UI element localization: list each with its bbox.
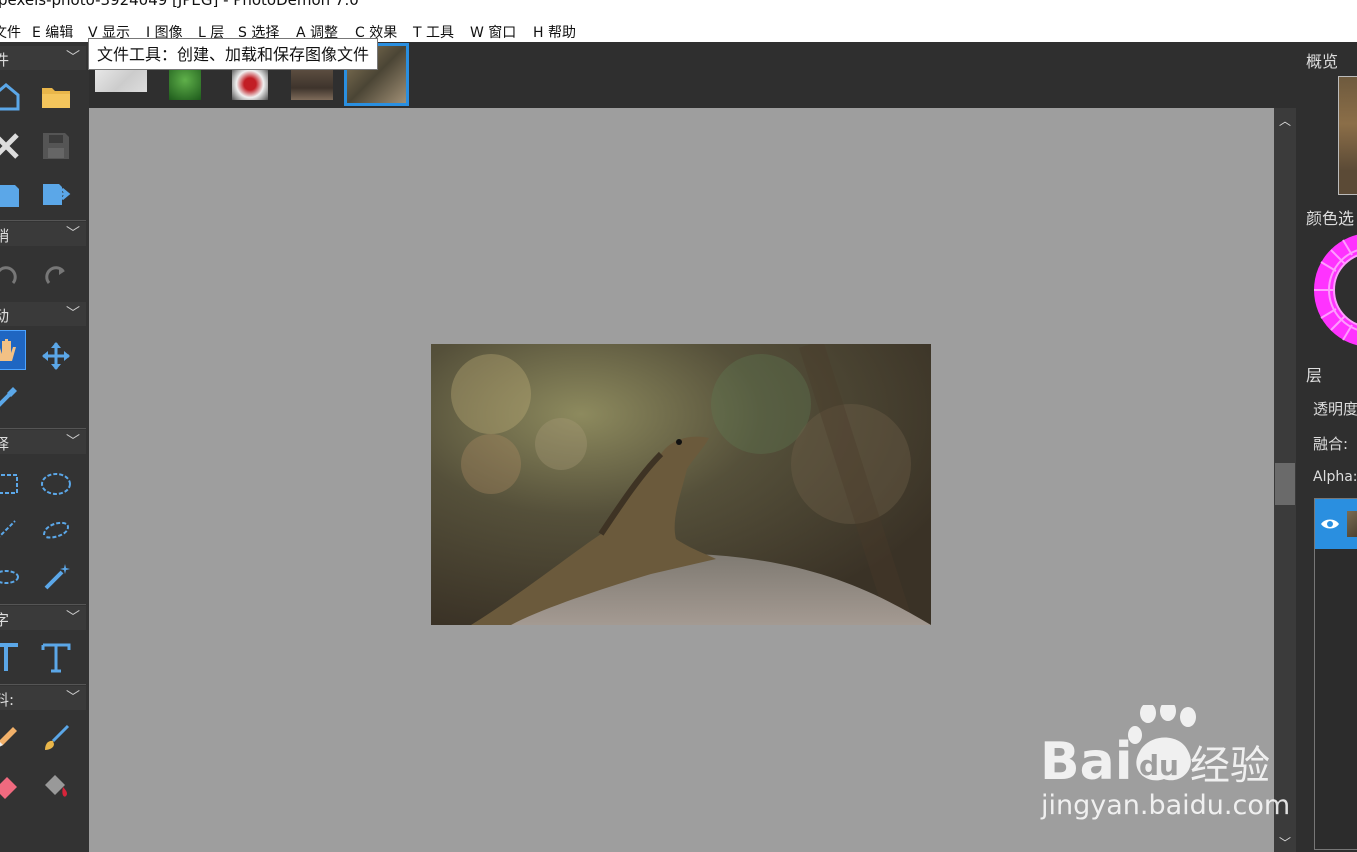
watermark-url: jingyan.baidu.com	[1041, 790, 1291, 821]
line-select-icon	[0, 520, 16, 538]
new-image-button[interactable]	[0, 76, 26, 116]
color-wheel[interactable]	[1313, 232, 1357, 352]
right-panel: 概览 颜色选 层 透明度 融合: Alpha:	[1296, 42, 1357, 852]
lasso-icon	[43, 521, 70, 539]
divider	[0, 428, 86, 429]
chevron-down-icon[interactable]: ﹀	[66, 687, 80, 707]
basic-text-button[interactable]	[0, 638, 26, 678]
chevron-down-icon[interactable]: ﹀	[66, 47, 80, 67]
menu-tools[interactable]: T 工具	[413, 22, 454, 42]
open-button[interactable]	[36, 76, 76, 116]
overview-label: 概览	[1306, 52, 1339, 71]
menu-help[interactable]: H 帮助	[533, 22, 576, 42]
pencil-button[interactable]	[0, 718, 26, 758]
close-image-button[interactable]	[0, 126, 26, 166]
move-tool-button[interactable]	[36, 336, 76, 376]
chevron-down-icon[interactable]: ﹀	[66, 223, 80, 243]
section-select[interactable]: 择 ﹀	[0, 430, 86, 454]
section-undo-label: 销	[0, 227, 10, 245]
section-text[interactable]: 字 ﹀	[0, 606, 86, 630]
redo-icon	[45, 266, 65, 284]
export-button[interactable]	[36, 174, 76, 214]
alpha-label: Alpha:	[1313, 469, 1357, 485]
section-file[interactable]: 件 ﹀	[0, 46, 86, 70]
blend-mode-label: 融合:	[1313, 435, 1349, 453]
chevron-down-icon[interactable]: ﹀	[66, 607, 80, 627]
close-icon	[0, 133, 19, 159]
fill-bucket-button[interactable]	[36, 766, 76, 806]
undo-icon	[0, 266, 17, 284]
svg-text:du: du	[1139, 749, 1179, 782]
divider	[0, 220, 86, 221]
menu-file[interactable]: 文件	[0, 22, 21, 42]
section-select-label: 择	[0, 435, 10, 453]
typography-button[interactable]	[36, 638, 76, 678]
rect-select-button[interactable]	[0, 464, 26, 504]
overview-thumbnail	[1339, 77, 1357, 194]
chevron-down-icon[interactable]: ﹀	[66, 303, 80, 323]
title-bar: pexels-photo-3924049 [JPEG] - PhotoDemon…	[0, 0, 1357, 20]
export-icon	[43, 184, 71, 205]
section-move[interactable]: 动 ﹀	[0, 302, 86, 326]
new-file-icon	[0, 83, 20, 111]
scroll-up-icon[interactable]: ︿	[1279, 112, 1291, 129]
layer-list	[1314, 498, 1357, 850]
menu-window[interactable]: W 窗口	[470, 22, 516, 42]
svg-text:经验: 经验	[1190, 743, 1270, 789]
eraser-button[interactable]	[0, 766, 26, 806]
hand-icon	[0, 339, 16, 361]
divider	[0, 604, 86, 605]
window-title: pexels-photo-3924049 [JPEG] - PhotoDemon…	[0, 0, 359, 9]
text-icon	[0, 643, 18, 671]
overview-navigator[interactable]	[1338, 76, 1357, 195]
move-icon	[42, 342, 70, 370]
save-icon	[43, 133, 69, 159]
scroll-down-icon[interactable]: ﹀	[1279, 834, 1291, 851]
folder-icon	[42, 88, 70, 108]
section-paint-label: 料:	[0, 691, 15, 709]
section-paint[interactable]: 料: ﹀	[0, 686, 86, 710]
lizard-photo	[431, 344, 931, 625]
scrollbar-thumb[interactable]	[1275, 463, 1295, 505]
eye-icon[interactable]	[1320, 517, 1340, 531]
color-selector-label: 颜色选	[1306, 209, 1355, 228]
save-copy-button[interactable]	[0, 174, 26, 214]
paint-bucket-icon	[45, 775, 67, 797]
save-button[interactable]	[36, 126, 76, 166]
polygon-select-icon	[0, 570, 19, 584]
rectangle-select-icon	[0, 474, 18, 494]
layer-thumbnail	[1347, 511, 1357, 537]
section-text-label: 字	[0, 611, 10, 629]
serif-text-icon	[41, 643, 71, 673]
eraser-icon	[0, 777, 17, 799]
opacity-label: 透明度	[1313, 400, 1357, 418]
tooltip: 文件工具：创建、加载和保存图像文件	[88, 38, 379, 70]
ellipse-select-button[interactable]	[36, 464, 76, 504]
layer-row[interactable]	[1315, 499, 1357, 549]
polygon-select-button[interactable]	[0, 556, 26, 596]
line-select-button[interactable]	[0, 510, 26, 550]
pencil-icon	[0, 727, 17, 747]
redo-button[interactable]	[36, 256, 76, 296]
layers-label: 层	[1306, 366, 1323, 385]
divider	[0, 684, 86, 685]
color-picker-button[interactable]	[0, 378, 26, 418]
section-move-label: 动	[0, 307, 10, 325]
eyedropper-icon	[0, 387, 17, 407]
section-undo[interactable]: 销 ﹀	[0, 222, 86, 246]
menu-edit[interactable]: E 编辑	[32, 22, 73, 42]
hand-tool-button[interactable]	[0, 330, 26, 370]
section-file-label: 件	[0, 51, 10, 69]
paintbrush-button[interactable]	[36, 718, 76, 758]
lasso-select-button[interactable]	[36, 510, 76, 550]
magic-wand-icon	[44, 564, 70, 590]
undo-button[interactable]	[0, 256, 26, 296]
save-copy-icon	[0, 185, 19, 207]
paintbrush-icon	[45, 724, 70, 750]
svg-text:Bai: Bai	[1040, 732, 1133, 792]
magic-wand-button[interactable]	[36, 556, 76, 596]
toolbox: 件 ﹀ 销 ﹀ 动 ﹀ 择 ﹀ 字 ﹀ 料: ﹀	[0, 42, 89, 852]
ellipse-select-icon	[41, 473, 71, 495]
chevron-down-icon[interactable]: ﹀	[66, 431, 80, 451]
